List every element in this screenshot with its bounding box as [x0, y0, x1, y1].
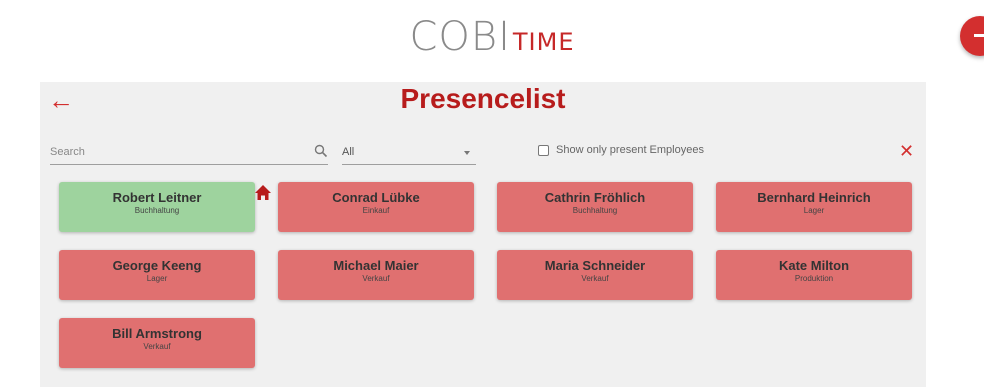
present-only-label: Show only present Employees [556, 144, 704, 156]
employee-department: Einkauf [362, 206, 390, 215]
employee-card[interactable]: Bill Armstrong Verkauf [59, 318, 255, 368]
employee-card[interactable]: Cathrin Fröhlich Buchhaltung [497, 182, 693, 232]
employee-name: Bill Armstrong [112, 326, 202, 341]
present-only-checkbox[interactable] [538, 144, 549, 156]
employee-department: Produktion [794, 274, 834, 283]
presence-panel: ← Presencelist All Show only present Emp… [40, 82, 926, 387]
employee-department: Verkauf [581, 274, 609, 283]
logo-sub: TIME [512, 28, 575, 56]
minus-icon [974, 34, 984, 37]
employee-card[interactable]: Conrad Lübke Einkauf [278, 182, 474, 232]
employee-department: Buchhaltung [572, 206, 618, 215]
search-icon[interactable] [314, 144, 328, 158]
employee-card[interactable]: Kate Milton Produktion [716, 250, 912, 300]
employee-name: Maria Schneider [544, 258, 646, 273]
employee-name: Bernhard Heinrich [757, 190, 871, 205]
app-logo: COBITIME [0, 14, 984, 60]
employee-card[interactable]: Bernhard Heinrich Lager [716, 182, 912, 232]
employee-name: Cathrin Fröhlich [544, 190, 646, 205]
employee-name: Michael Maier [333, 258, 419, 273]
filter-value: All [342, 146, 355, 158]
employee-department: Buchhaltung [134, 206, 180, 215]
chevron-down-icon [464, 151, 470, 155]
department-filter-select[interactable]: All [342, 142, 476, 165]
present-only-toggle[interactable]: Show only present Employees [538, 143, 704, 157]
logo-main: COBI [409, 14, 511, 60]
home-icon [255, 185, 271, 200]
employee-department: Verkauf [143, 342, 171, 351]
employee-name: Kate Milton [778, 258, 850, 273]
employee-department: Lager [803, 206, 825, 215]
employee-name: George Keeng [112, 258, 202, 273]
clear-filter-button[interactable]: ✕ [899, 142, 914, 160]
employee-card[interactable]: Maria Schneider Verkauf [497, 250, 693, 300]
search-field[interactable] [50, 142, 328, 165]
employee-card[interactable]: George Keeng Lager [59, 250, 255, 300]
employee-name: Robert Leitner [112, 190, 202, 205]
page-title: Presencelist [400, 83, 566, 114]
search-input[interactable] [50, 142, 300, 162]
employee-name: Conrad Lübke [332, 190, 420, 205]
employee-card[interactable]: Robert Leitner Buchhaltung [59, 182, 255, 232]
employee-department: Verkauf [362, 274, 390, 283]
employee-card[interactable]: Michael Maier Verkauf [278, 250, 474, 300]
employee-department: Lager [146, 274, 168, 283]
